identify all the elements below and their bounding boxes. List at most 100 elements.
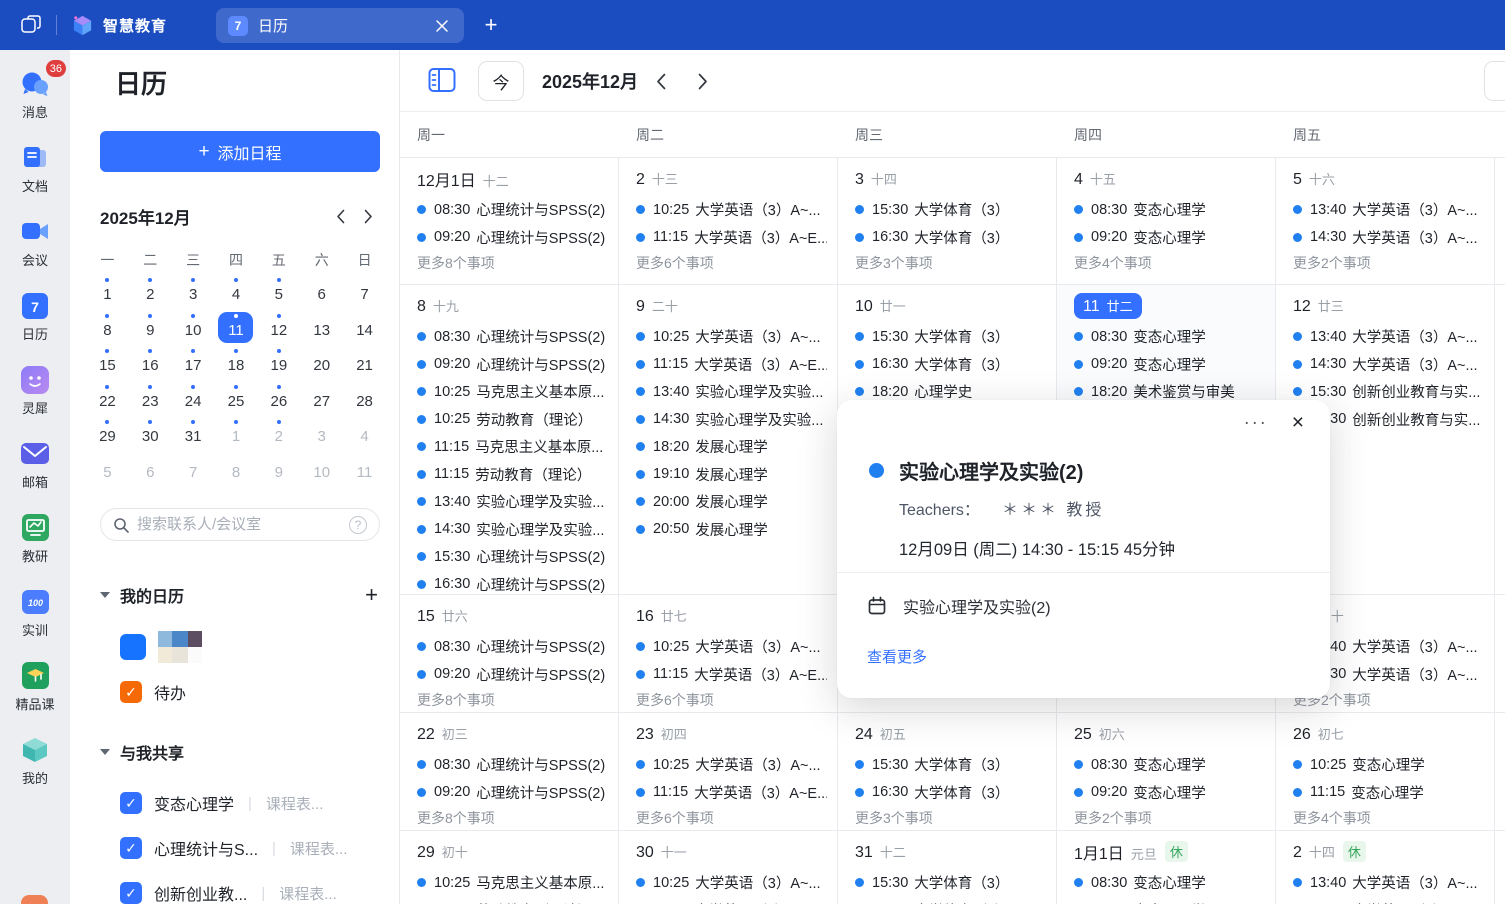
event-item[interactable]: 18:20发展心理学 — [636, 433, 827, 461]
event-item[interactable]: 09:20心理统计与SPSS(2) — [417, 351, 608, 379]
mini-day[interactable]: 11 — [215, 310, 258, 346]
event-item[interactable]: 10:25大学英语（3）A~... — [636, 323, 827, 351]
event-item[interactable]: 11:15大学英语（3）A~E... — [636, 779, 827, 807]
event-item[interactable]: 10:25劳动教育（理论） — [417, 897, 608, 904]
more-events-link[interactable]: 更多3个事项 — [855, 808, 1046, 828]
event-item[interactable]: 09:20变态心理学 — [1074, 779, 1265, 807]
event-item[interactable]: 14:30实验心理学及实验... — [636, 406, 827, 434]
calendar-day-cell[interactable]: 23初四10:25大学英语（3）A~...11:15大学英语（3）A~E...更… — [619, 713, 838, 830]
collapse-triangle-icon[interactable] — [100, 749, 110, 755]
shared-checkbox[interactable]: ✓ — [120, 792, 142, 814]
event-item[interactable]: 09:20变态心理学 — [1074, 224, 1265, 252]
mini-day[interactable]: 1 — [215, 416, 258, 452]
calendar-day-cell[interactable]: 4十五08:30变态心理学09:20变态心理学更多4个事项 — [1057, 158, 1276, 284]
mini-day[interactable]: 11 — [343, 452, 386, 488]
calendar-day-cell[interactable]: 26初七10:25变态心理学11:15变态心理学更多4个事项 — [1276, 713, 1495, 830]
calendar-day-cell[interactable]: 12月1日十二08:30心理统计与SPSS(2)09:20心理统计与SPSS(2… — [400, 158, 619, 284]
mini-day[interactable]: 31 — [172, 416, 215, 452]
mini-day[interactable]: 4 — [215, 274, 258, 310]
my-calendar-item[interactable] — [120, 632, 202, 662]
mini-day[interactable]: 23 — [129, 381, 172, 417]
event-item[interactable]: 10:25马克思主义基本原... — [417, 378, 608, 406]
search-box[interactable]: ? — [100, 508, 380, 541]
more-events-link[interactable]: 更多2个事项 — [1074, 808, 1265, 828]
mini-day[interactable]: 1 — [86, 274, 129, 310]
mini-day[interactable]: 20 — [300, 345, 343, 381]
event-item[interactable]: 08:30心理统计与SPSS(2) — [417, 323, 608, 351]
my-calendars-section[interactable]: 我的日历 + — [100, 582, 382, 608]
more-events-link[interactable]: 更多6个事项 — [636, 253, 827, 273]
calendar-day-cell[interactable]: 9二十10:25大学英语（3）A~...11:15大学英语（3）A~E...13… — [619, 285, 838, 594]
event-item[interactable]: 11:15大学英语（3）A~E... — [636, 224, 827, 252]
shared-checkbox[interactable]: ✓ — [120, 837, 142, 859]
calendar-day-cell[interactable]: 22初三08:30心理统计与SPSS(2)09:20心理统计与SPSS(2)更多… — [400, 713, 619, 830]
more-events-link[interactable]: 更多8个事项 — [417, 690, 608, 710]
event-item[interactable]: 10:25大学英语（3）A~... — [636, 633, 827, 661]
event-item[interactable]: 15:30大学体育（3） — [855, 751, 1046, 779]
calendar-day-cell[interactable]: 2十三10:25大学英语（3）A~...11:15大学英语（3）A~E...更多… — [619, 158, 838, 284]
calendar-day-cell[interactable]: 8十九08:30心理统计与SPSS(2)09:20心理统计与SPSS(2)10:… — [400, 285, 619, 594]
mini-day[interactable]: 25 — [215, 381, 258, 417]
mini-day[interactable]: 7 — [343, 274, 386, 310]
mini-day[interactable]: 28 — [343, 381, 386, 417]
close-icon[interactable]: × — [1292, 412, 1304, 433]
window-stack-icon[interactable] — [18, 12, 44, 38]
today-button[interactable]: 今 — [478, 61, 524, 101]
event-item[interactable]: 16:30大学体育（3） — [855, 224, 1046, 252]
sidebar-item-docs[interactable]: 文档 — [0, 142, 70, 195]
mini-day[interactable]: 9 — [257, 452, 300, 488]
more-events-link[interactable]: 更多8个事项 — [417, 808, 608, 828]
search-input[interactable] — [137, 516, 341, 533]
calendar-day-cell[interactable]: 3十四15:30大学体育（3）16:30大学体育（3）更多3个事项 — [838, 158, 1057, 284]
popup-linked-course[interactable]: 实验心理学及实验(2) — [867, 594, 1051, 618]
app-brand[interactable]: 智慧教育 — [71, 14, 167, 37]
event-item[interactable]: 14:30大学英语（3）A~... — [1293, 897, 1484, 904]
event-item[interactable]: 08:30变态心理学 — [1074, 869, 1265, 897]
collapse-triangle-icon[interactable] — [100, 592, 110, 598]
event-item[interactable]: 14:30实验心理学及实验... — [417, 516, 608, 544]
mini-day[interactable]: 8 — [86, 310, 129, 346]
event-item[interactable]: 09:20心理统计与SPSS(2) — [417, 779, 608, 807]
sidebar-item-mine[interactable]: 我的 — [0, 734, 70, 787]
event-item[interactable]: 14:30大学英语（3）A~... — [1293, 224, 1484, 252]
add-schedule-button[interactable]: + 添加日程 — [100, 131, 380, 172]
mini-day[interactable]: 12 — [257, 310, 300, 346]
more-events-link[interactable]: 更多3个事项 — [855, 253, 1046, 273]
event-item[interactable]: 15:30大学体育（3） — [855, 323, 1046, 351]
calendar-day-cell[interactable]: 15廿六08:30心理统计与SPSS(2)09:20心理统计与SPSS(2)更多… — [400, 595, 619, 712]
calendar-day-cell[interactable]: 29初十10:25马克思主义基本原...10:25劳动教育（理论） — [400, 831, 619, 904]
mini-day[interactable]: 22 — [86, 381, 129, 417]
more-events-link[interactable]: 更多4个事项 — [1293, 808, 1484, 828]
event-item[interactable]: 20:00发展心理学 — [636, 488, 827, 516]
mini-day[interactable]: 14 — [343, 310, 386, 346]
mini-day[interactable]: 5 — [86, 452, 129, 488]
event-item[interactable]: 10:25大学英语（3）A~... — [636, 196, 827, 224]
help-icon[interactable]: ? — [349, 516, 367, 534]
todo-checkbox[interactable]: ✓ — [120, 681, 142, 703]
mini-day[interactable]: 3 — [300, 416, 343, 452]
sidebar-item-mail[interactable]: 邮箱 — [0, 438, 70, 491]
mini-next-month-button[interactable] — [354, 202, 382, 230]
mini-day[interactable]: 15 — [86, 345, 129, 381]
sidebar-item-messages[interactable]: 36 消息 — [0, 68, 70, 121]
event-item[interactable]: 13:40大学英语（3）A~... — [1293, 869, 1484, 897]
more-events-link[interactable]: 更多6个事项 — [636, 690, 827, 710]
sidebar-item-calendar[interactable]: 7 日历 — [0, 290, 70, 343]
add-calendar-button[interactable]: + — [365, 582, 382, 608]
todo-calendar-item[interactable]: ✓ 待办 — [120, 677, 186, 707]
mini-day[interactable]: 10 — [300, 452, 343, 488]
mini-day[interactable]: 10 — [172, 310, 215, 346]
mini-day[interactable]: 6 — [300, 274, 343, 310]
close-tab-icon[interactable] — [432, 16, 452, 36]
sidebar-item-teaching[interactable]: 教研 — [0, 512, 70, 565]
mini-day[interactable]: 19 — [257, 345, 300, 381]
mini-prev-month-button[interactable] — [326, 202, 354, 230]
mini-day[interactable]: 6 — [129, 452, 172, 488]
mini-day[interactable]: 16 — [129, 345, 172, 381]
event-item[interactable]: 10:25大学英语（3）A~... — [636, 751, 827, 779]
new-tab-button[interactable]: + — [478, 12, 504, 38]
event-item[interactable]: 13:40大学英语（3）A~... — [1293, 323, 1484, 351]
event-item[interactable]: 14:30大学英语（3）A~... — [1293, 351, 1484, 379]
more-events-link[interactable]: 更多6个事项 — [636, 808, 827, 828]
event-item[interactable]: 08:30心理统计与SPSS(2) — [417, 633, 608, 661]
